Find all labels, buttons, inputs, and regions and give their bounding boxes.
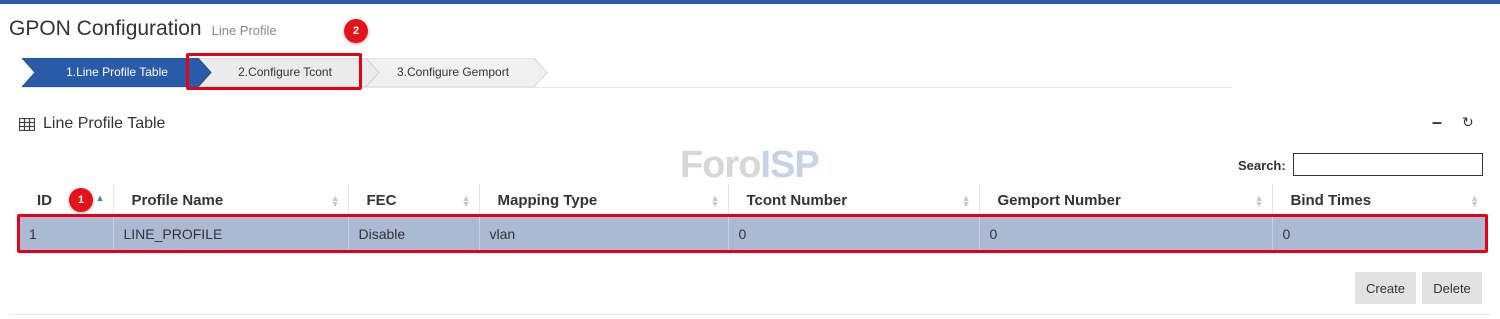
column-header-id[interactable]: ID ▲ <box>19 184 114 217</box>
column-header-label: Profile Name <box>131 192 224 209</box>
watermark-logo: ForoISP <box>680 144 820 187</box>
table-icon <box>19 117 35 131</box>
step-configure-gemport[interactable]: 3.Configure Gemport <box>358 58 548 87</box>
column-header-profile-name[interactable]: Profile Name ▲ ▼ <box>113 184 349 217</box>
step-label: 1.Line Profile Table <box>66 65 168 79</box>
collapse-icon[interactable]: – <box>1432 112 1442 133</box>
panel-title: Line Profile Table <box>19 115 165 133</box>
watermark-part-2: ISP <box>760 144 819 186</box>
column-header-label: Tcont Number <box>746 192 848 209</box>
panel-title-text: Line Profile Table <box>43 115 166 132</box>
create-button[interactable]: Create <box>1355 272 1416 304</box>
sort-icon: ▲ ▼ <box>1470 193 1479 209</box>
column-header-mapping-type[interactable]: Mapping Type ▲ ▼ <box>479 184 729 217</box>
sort-icon: ▲ ▼ <box>461 193 471 209</box>
column-header-label: Bind Times <box>1290 192 1372 209</box>
table-header-row: ID ▲ Profile Name ▲ ▼ FEC ▲ ▼ Mapping Type ▲ ▼ … <box>19 184 1487 217</box>
page-subtitle: Line Profile <box>211 23 277 38</box>
callout-badge-1: 1 <box>69 188 93 212</box>
sort-icon: ▲ ▼ <box>710 193 720 209</box>
search-label: Search: <box>1238 158 1286 173</box>
delete-button[interactable]: Delete <box>1422 272 1482 304</box>
column-header-fec[interactable]: FEC ▲ ▼ <box>348 184 480 217</box>
column-header-label: ID <box>37 192 52 209</box>
column-header-bind-times[interactable]: Bind Times ▲ ▼ <box>1272 184 1487 217</box>
callout-box-step-2 <box>186 53 362 90</box>
column-header-tcont-number[interactable]: Tcont Number ▲ ▼ <box>728 184 980 217</box>
callout-badge-2: 2 <box>344 19 368 43</box>
column-header-gemport-number[interactable]: Gemport Number ▲ ▼ <box>979 184 1273 217</box>
step-line-profile-table[interactable]: 1.Line Profile Table <box>22 58 212 87</box>
step-label: 3.Configure Gemport <box>396 65 510 79</box>
sort-icon: ▲ ▼ <box>330 193 340 209</box>
watermark-part-1: Foro <box>680 144 761 186</box>
sort-asc-icon: ▲ <box>95 193 105 203</box>
search-input[interactable] <box>1293 153 1483 176</box>
sort-icon: ▲ ▼ <box>961 193 971 209</box>
page-title: GPON Configuration <box>9 17 202 40</box>
page-header: GPON Configuration Line Profile <box>9 17 277 41</box>
top-accent-bar <box>0 0 1500 4</box>
column-header-label: Mapping Type <box>497 192 598 209</box>
callout-box-row <box>17 214 1488 253</box>
divider <box>9 314 1491 315</box>
sort-icon: ▲ ▼ <box>1254 193 1264 209</box>
refresh-icon[interactable]: ↻ <box>1462 114 1474 131</box>
column-header-label: FEC <box>366 192 397 209</box>
column-header-label: Gemport Number <box>997 192 1121 209</box>
